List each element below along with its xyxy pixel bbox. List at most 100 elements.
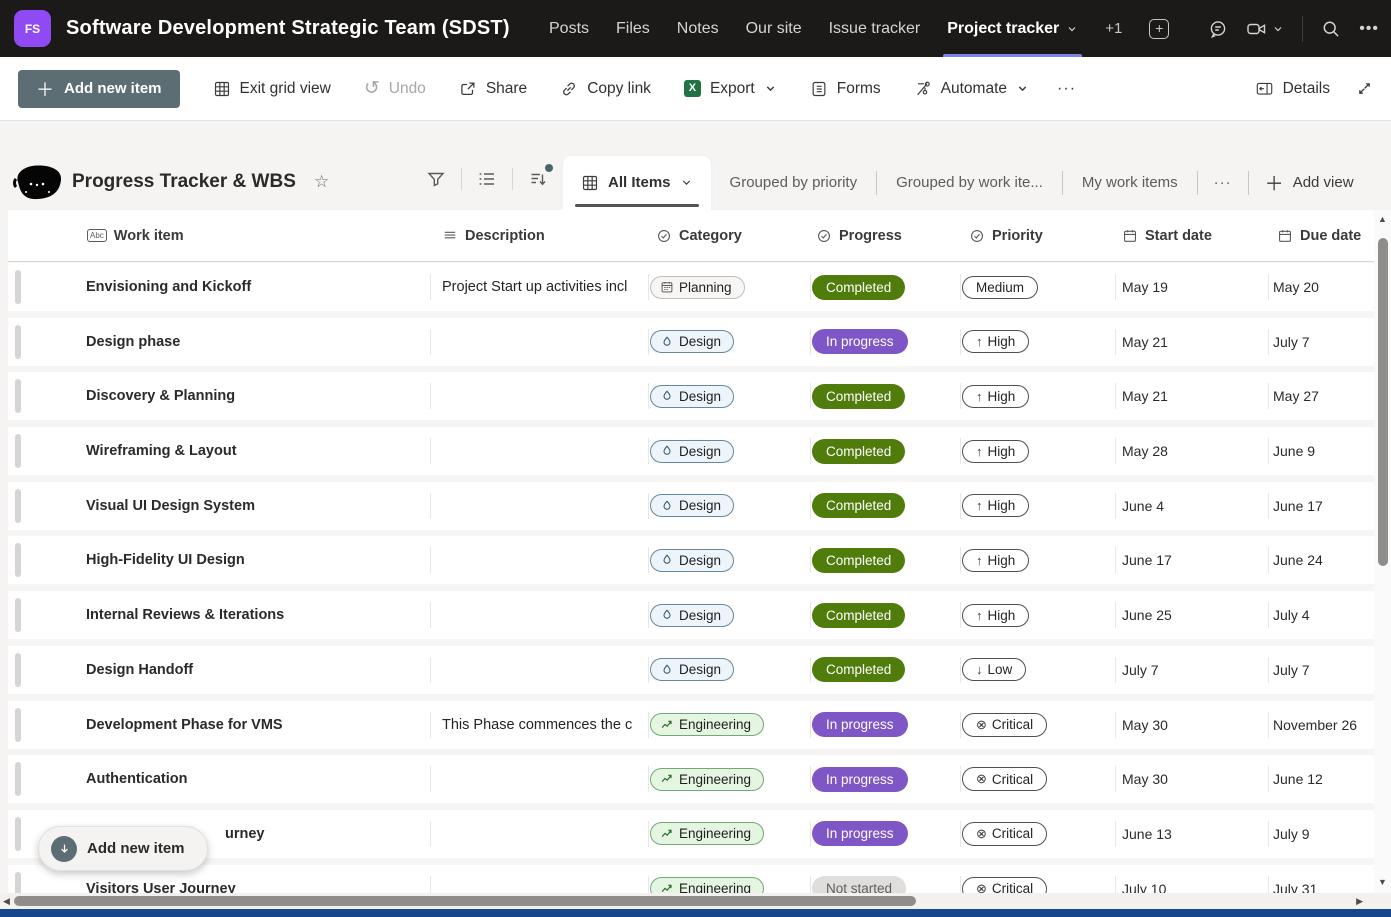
automate-button[interactable]: Automate: [914, 80, 1029, 98]
work-item-label[interactable]: Visual UI Design System: [86, 498, 255, 514]
description-cell[interactable]: [430, 536, 648, 584]
description-cell[interactable]: [430, 318, 648, 366]
progress-badge-in-progress[interactable]: In progress: [812, 821, 908, 846]
nav-tab-issue-tracker[interactable]: Issue tracker: [829, 0, 921, 57]
start-date-cell[interactable]: June 4: [1115, 482, 1268, 530]
category-badge-design[interactable]: Design: [650, 549, 734, 572]
description-cell[interactable]: [430, 755, 648, 803]
vertical-scrollbar[interactable]: ▲ ▼: [1374, 210, 1391, 893]
table-row[interactable]: Development Phase for VMSThis Phase comm…: [8, 701, 1374, 749]
category-badge-engineering[interactable]: Engineering: [650, 822, 764, 845]
due-date-cell[interactable]: June 17: [1268, 482, 1374, 530]
video-call-icon[interactable]: [1246, 19, 1268, 39]
column-header-due-date[interactable]: Due date: [1268, 228, 1374, 244]
start-date-cell[interactable]: July 10: [1115, 865, 1268, 893]
chat-icon[interactable]: [1208, 19, 1228, 39]
description-cell[interactable]: [430, 482, 648, 530]
row-drag-handle[interactable]: [15, 489, 21, 523]
progress-badge-in-progress[interactable]: In progress: [812, 712, 908, 737]
table-row[interactable]: Visitors User JourneyEngineeringNot star…: [8, 865, 1374, 893]
work-item-label[interactable]: Authentication: [86, 771, 188, 787]
view-tabs-overflow-icon[interactable]: ···: [1198, 174, 1248, 191]
table-row[interactable]: AuthenticationEngineeringIn progress⊗Cri…: [8, 755, 1374, 803]
category-badge-engineering[interactable]: Engineering: [650, 713, 764, 736]
outline-view-icon[interactable]: [475, 167, 499, 191]
category-badge-design[interactable]: Design: [650, 658, 734, 681]
scroll-down-arrow-icon[interactable]: ▼: [1374, 877, 1391, 887]
column-header-work-item[interactable]: AbcWork item: [8, 228, 430, 244]
scroll-up-arrow-icon[interactable]: ▲: [1374, 214, 1391, 224]
start-date-cell[interactable]: June 25: [1115, 591, 1268, 639]
priority-badge-high[interactable]: ↑High: [962, 385, 1029, 408]
category-badge-engineering[interactable]: Engineering: [650, 877, 764, 893]
nav-tab-notes[interactable]: Notes: [677, 0, 719, 57]
description-cell[interactable]: Project Start up activities incl: [430, 263, 648, 311]
column-header-progress[interactable]: Progress: [810, 228, 960, 244]
description-cell[interactable]: [430, 865, 648, 893]
description-cell[interactable]: This Phase commences the c: [430, 701, 648, 749]
start-date-cell[interactable]: May 28: [1115, 427, 1268, 475]
due-date-cell[interactable]: June 24: [1268, 536, 1374, 584]
row-drag-handle[interactable]: [15, 708, 21, 742]
add-new-item-button[interactable]: ＋ Add new item: [18, 70, 180, 108]
table-row[interactable]: Discovery & PlanningDesignCompleted↑High…: [8, 372, 1374, 420]
exit-grid-view-button[interactable]: Exit grid view: [213, 80, 331, 98]
team-avatar[interactable]: FS: [14, 10, 51, 47]
progress-badge-in-progress[interactable]: In progress: [812, 767, 908, 792]
work-item-label[interactable]: Design phase: [86, 334, 180, 350]
expand-icon[interactable]: [1356, 80, 1373, 97]
work-item-label[interactable]: High-Fidelity UI Design: [86, 552, 245, 568]
due-date-cell[interactable]: July 9: [1268, 810, 1374, 858]
priority-badge-high[interactable]: ↑High: [962, 549, 1029, 572]
view-tab-grouped-by-work-ite[interactable]: Grouped by work ite...: [877, 174, 1062, 191]
start-date-cell[interactable]: June 17: [1115, 536, 1268, 584]
row-drag-handle[interactable]: [15, 817, 21, 851]
due-date-cell[interactable]: May 27: [1268, 372, 1374, 420]
row-drag-handle[interactable]: [15, 325, 21, 359]
priority-badge-high[interactable]: ↑High: [962, 440, 1029, 463]
table-row[interactable]: Envisioning and KickoffProject Start up …: [8, 263, 1374, 311]
due-date-cell[interactable]: July 7: [1268, 646, 1374, 694]
row-drag-handle[interactable]: [15, 762, 21, 796]
work-item-label[interactable]: Visitors User Journey: [86, 881, 236, 893]
row-drag-handle[interactable]: [15, 653, 21, 687]
priority-badge-high[interactable]: ↑High: [962, 494, 1029, 517]
priority-badge-critical[interactable]: ⊗Critical: [962, 877, 1047, 893]
add-view-button[interactable]: ＋Add view: [1249, 169, 1370, 196]
progress-badge-completed[interactable]: Completed: [812, 657, 905, 682]
row-drag-handle[interactable]: [15, 872, 21, 893]
command-bar-overflow-icon[interactable]: ···: [1057, 80, 1076, 98]
start-date-cell[interactable]: July 7: [1115, 646, 1268, 694]
description-cell[interactable]: [430, 427, 648, 475]
description-cell[interactable]: [430, 591, 648, 639]
due-date-cell[interactable]: June 9: [1268, 427, 1374, 475]
search-icon[interactable]: [1321, 19, 1341, 39]
table-row[interactable]: Design HandoffDesignCompleted↓LowJuly 7J…: [8, 646, 1374, 694]
progress-badge-completed[interactable]: Completed: [812, 439, 905, 464]
row-drag-handle[interactable]: [15, 543, 21, 577]
scroll-right-arrow-icon[interactable]: ▶: [1356, 896, 1363, 907]
hidden-tabs-badge[interactable]: +1: [1105, 20, 1122, 37]
category-badge-design[interactable]: Design: [650, 494, 734, 517]
progress-badge-completed[interactable]: Completed: [812, 384, 905, 409]
start-date-cell[interactable]: June 13: [1115, 810, 1268, 858]
progress-badge-completed[interactable]: Completed: [812, 548, 905, 573]
vertical-scroll-thumb[interactable]: [1378, 238, 1388, 566]
video-options-chevron-icon[interactable]: [1272, 23, 1284, 35]
description-cell[interactable]: [430, 646, 648, 694]
start-date-cell[interactable]: May 30: [1115, 755, 1268, 803]
details-button[interactable]: Details: [1255, 80, 1330, 98]
start-date-cell[interactable]: May 21: [1115, 318, 1268, 366]
table-row[interactable]: Visual UI Design SystemDesignCompleted↑H…: [8, 482, 1374, 530]
category-badge-design[interactable]: Design: [650, 440, 734, 463]
filter-icon[interactable]: [424, 167, 448, 191]
column-header-priority[interactable]: Priority: [960, 228, 1115, 244]
export-button[interactable]: X Export: [684, 80, 777, 98]
due-date-cell[interactable]: July 7: [1268, 318, 1374, 366]
row-drag-handle[interactable]: [15, 434, 21, 468]
table-row[interactable]: Design phaseDesignIn progress↑HighMay 21…: [8, 318, 1374, 366]
scroll-left-arrow-icon[interactable]: ◀: [3, 896, 10, 907]
due-date-cell[interactable]: November 26: [1268, 701, 1374, 749]
nav-tab-our-site[interactable]: Our site: [746, 0, 802, 57]
work-item-label[interactable]: Wireframing & Layout: [86, 443, 237, 459]
